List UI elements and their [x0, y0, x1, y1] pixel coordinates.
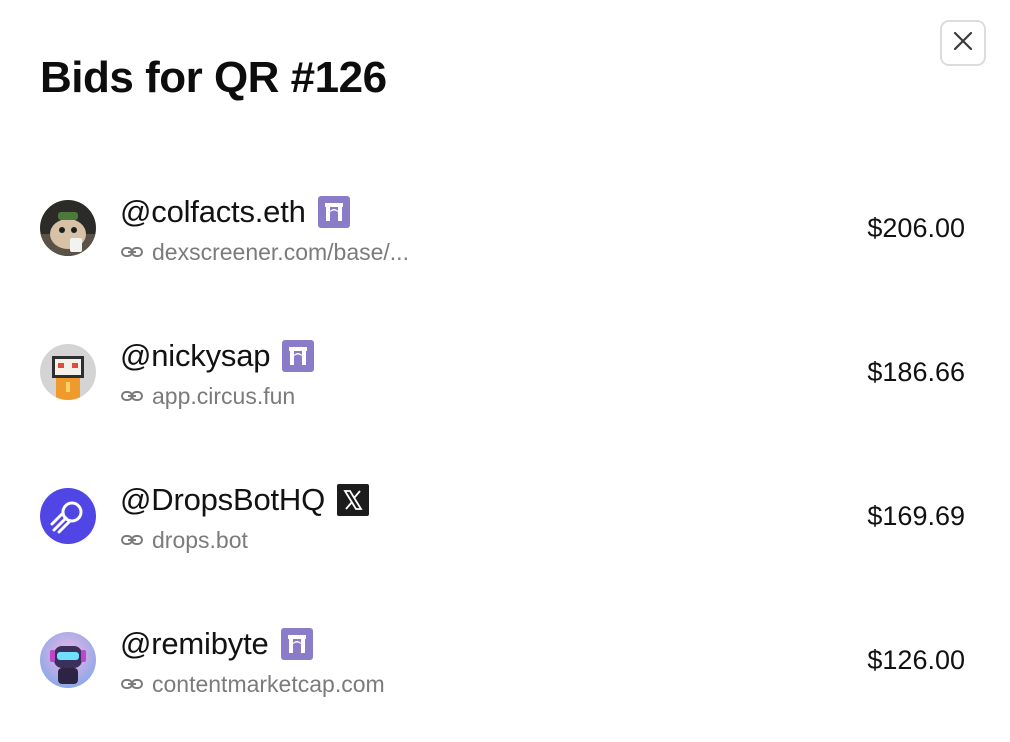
bid-row[interactable]: @nickysap app.circus.fun $186.66	[40, 332, 965, 412]
link-url[interactable]: drops.bot	[152, 526, 248, 554]
bid-amount: $169.69	[867, 501, 965, 531]
link-icon	[120, 528, 144, 552]
bidder-name: @nickysap	[120, 336, 315, 376]
bid-row[interactable]: @DropsBotHQ drops.bot $169.69	[40, 476, 965, 556]
pixel-character-avatar[interactable]	[40, 344, 96, 400]
robot-avatar[interactable]	[40, 632, 96, 688]
bids-modal: Bids for QR #126 @colfacts.eth dexscreen…	[0, 0, 1010, 742]
bid-amount: $126.00	[867, 645, 965, 675]
bid-row[interactable]: @colfacts.eth dexscreener.com/base/... $…	[40, 188, 965, 268]
bidder-name: @colfacts.eth	[120, 192, 350, 232]
hamster-avatar[interactable]	[40, 200, 96, 256]
link-icon	[120, 240, 144, 264]
x-icon[interactable]	[337, 484, 369, 516]
bidder-handle[interactable]: @remibyte	[120, 624, 269, 664]
link-url[interactable]: app.circus.fun	[152, 382, 295, 410]
bid-list: @colfacts.eth dexscreener.com/base/... $…	[0, 0, 1010, 742]
link-icon	[120, 672, 144, 696]
bid-link[interactable]: dexscreener.com/base/...	[120, 238, 409, 266]
link-url[interactable]: dexscreener.com/base/...	[152, 238, 409, 266]
bidder-handle[interactable]: @nickysap	[120, 336, 270, 376]
farcaster-icon[interactable]	[280, 628, 313, 660]
farcaster-icon[interactable]	[317, 196, 350, 228]
bid-amount: $206.00	[867, 213, 965, 243]
bidder-handle[interactable]: @DropsBotHQ	[120, 480, 325, 520]
bidder-name: @remibyte	[120, 624, 313, 664]
drops-logo-avatar[interactable]	[40, 488, 96, 544]
link-icon	[120, 384, 144, 408]
bid-amount: $186.66	[867, 357, 965, 387]
bid-link[interactable]: drops.bot	[120, 526, 248, 554]
bid-link[interactable]: app.circus.fun	[120, 382, 295, 410]
farcaster-icon[interactable]	[282, 340, 315, 372]
bid-row[interactable]: @remibyte contentmarketcap.com $126.00	[40, 620, 965, 700]
link-url[interactable]: contentmarketcap.com	[152, 670, 385, 698]
bidder-name: @DropsBotHQ	[120, 480, 369, 520]
bidder-handle[interactable]: @colfacts.eth	[120, 192, 306, 232]
bid-link[interactable]: contentmarketcap.com	[120, 670, 385, 698]
